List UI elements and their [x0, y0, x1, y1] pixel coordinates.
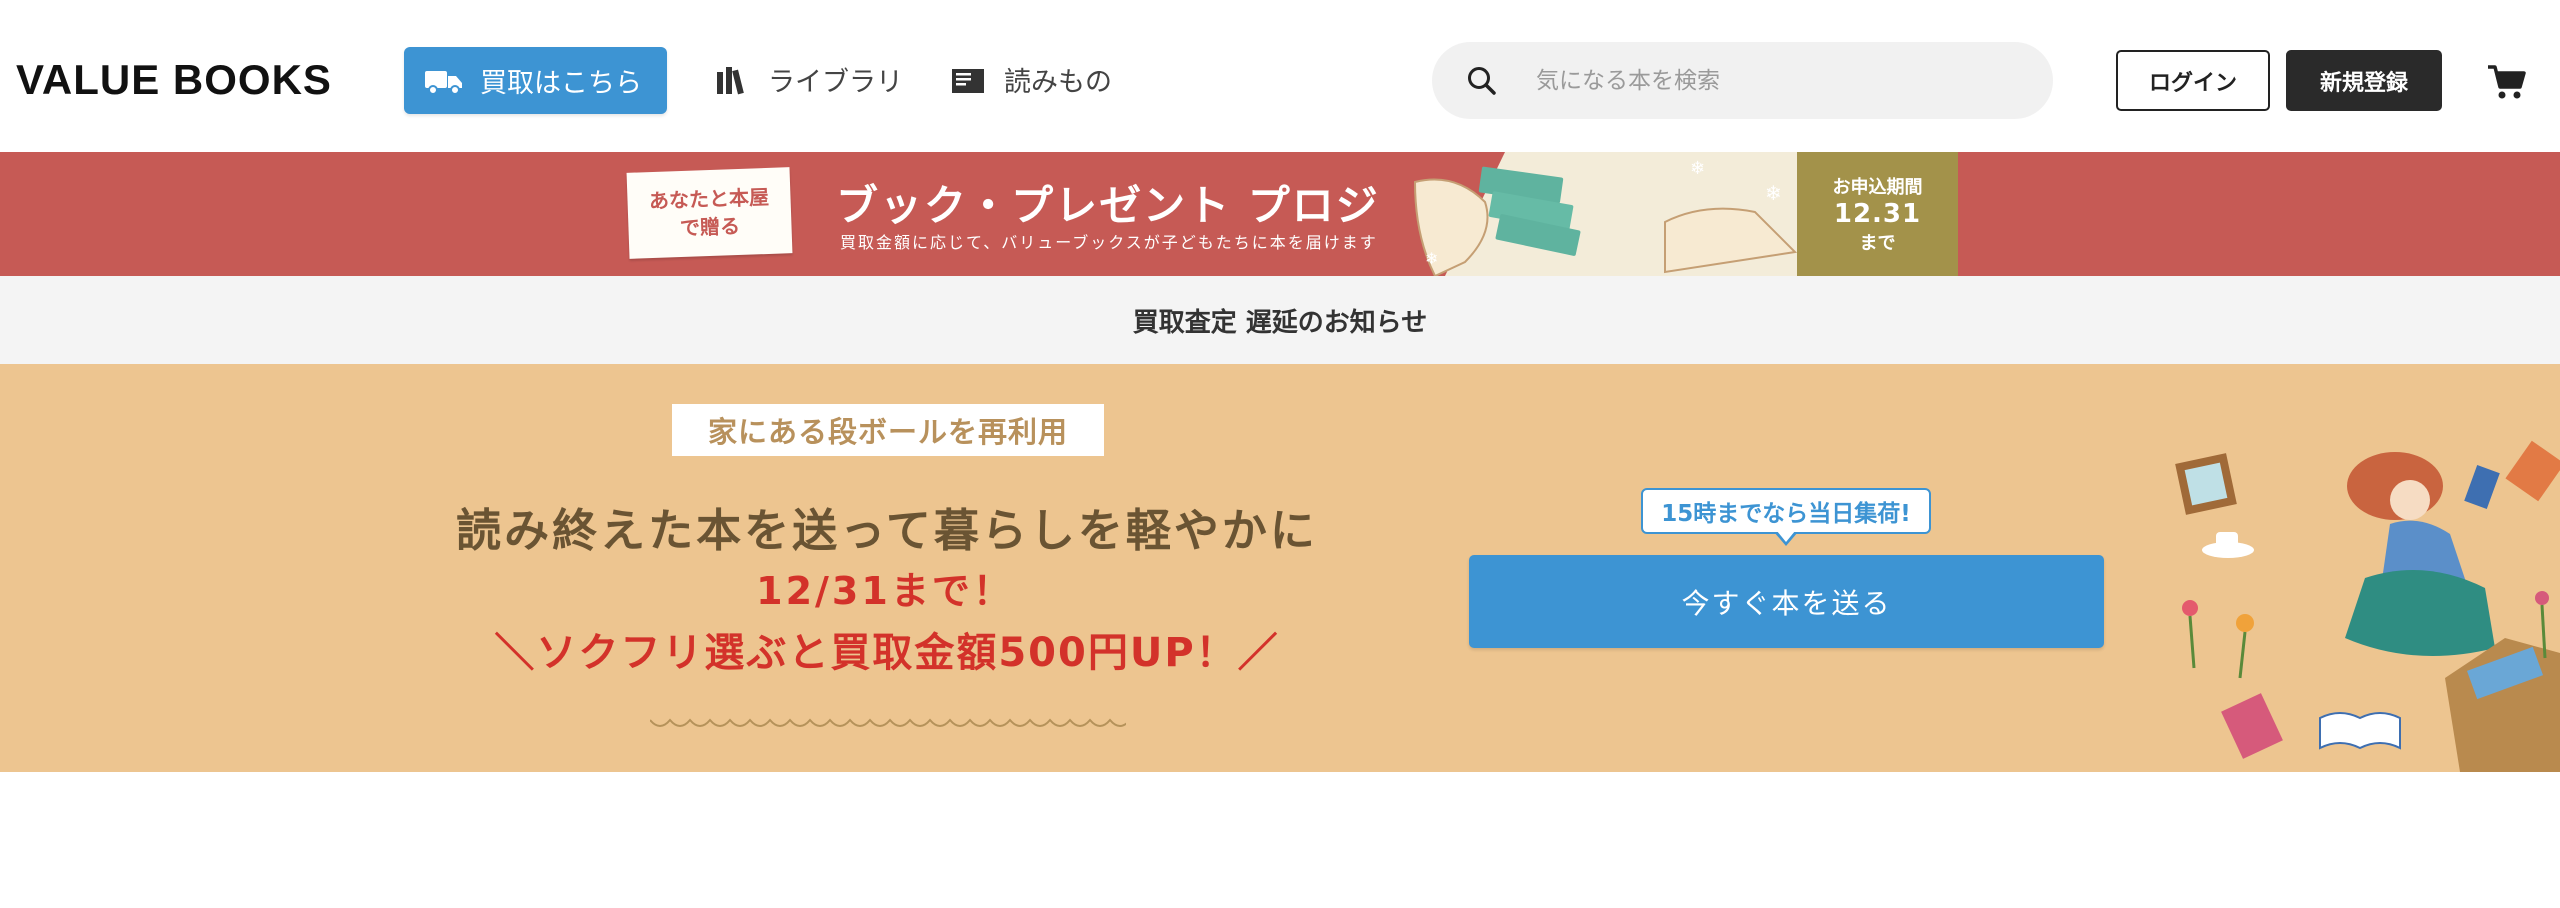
svg-text:❄: ❄	[1690, 158, 1705, 179]
nav-articles[interactable]: 読みもの	[950, 60, 1112, 99]
wave-divider	[650, 718, 1126, 727]
campaign-tag-line1: あなたと本屋	[648, 184, 770, 214]
search-icon[interactable]	[1466, 65, 1498, 97]
login-button[interactable]: ログイン	[2116, 50, 2270, 111]
gift-books-illustration: ❄ ❄ ❄	[1385, 152, 1797, 276]
hero-label: 家にある段ボールを再利用	[672, 404, 1104, 456]
deadline-label: お申込期間	[1832, 177, 1923, 198]
site-header: VALUE BOOKS 買取はこちら ライブラリ 読みもの 気になる本を検索 ロ…	[0, 0, 2560, 152]
cart-icon[interactable]	[2486, 62, 2526, 102]
deadline-date: 12.31	[1833, 199, 1922, 229]
campaign-tag: あなたと本屋 で贈る	[626, 167, 793, 259]
svg-text:❄: ❄	[1425, 249, 1438, 268]
campaign-subtitle: 買取金額に応じて、バリューブックスが子どもたちに本を届けます	[840, 233, 1378, 252]
delay-notice-link[interactable]: 買取査定 遅延のお知らせ	[0, 276, 2560, 364]
hero-heading: 読み終えた本を送って暮らしを軽やかに	[456, 504, 1318, 557]
deadline-suffix: まで	[1859, 233, 1896, 254]
buy-button-label: 買取はこちら	[480, 68, 642, 99]
search-bar	[1432, 42, 2053, 119]
library-icon	[717, 66, 744, 94]
search-input[interactable]	[1536, 67, 2016, 94]
nav-articles-label: 読みもの	[1004, 67, 1112, 98]
nav-library[interactable]: ライブラリ	[714, 60, 903, 99]
article-icon	[952, 68, 984, 93]
same-day-pickup-bubble: 15時までなら当日集荷!	[1641, 488, 1931, 534]
truck-icon	[425, 70, 462, 95]
signup-button[interactable]: 新規登録	[2286, 50, 2442, 111]
svg-text:❄: ❄	[1765, 181, 1782, 205]
campaign-tag-line2: で贈る	[679, 213, 741, 241]
buy-button[interactable]: 買取はこちら	[404, 47, 667, 114]
reading-girl-illustration	[2175, 440, 2560, 772]
campaign-deadline: お申込期間 12.31 まで	[1797, 152, 1958, 276]
bubble-tail-inner	[1777, 531, 1795, 542]
send-books-button[interactable]: 今すぐ本を送る	[1469, 555, 2104, 648]
site-logo[interactable]: VALUE BOOKS	[16, 56, 332, 104]
nav-library-label: ライブラリ	[768, 67, 903, 98]
